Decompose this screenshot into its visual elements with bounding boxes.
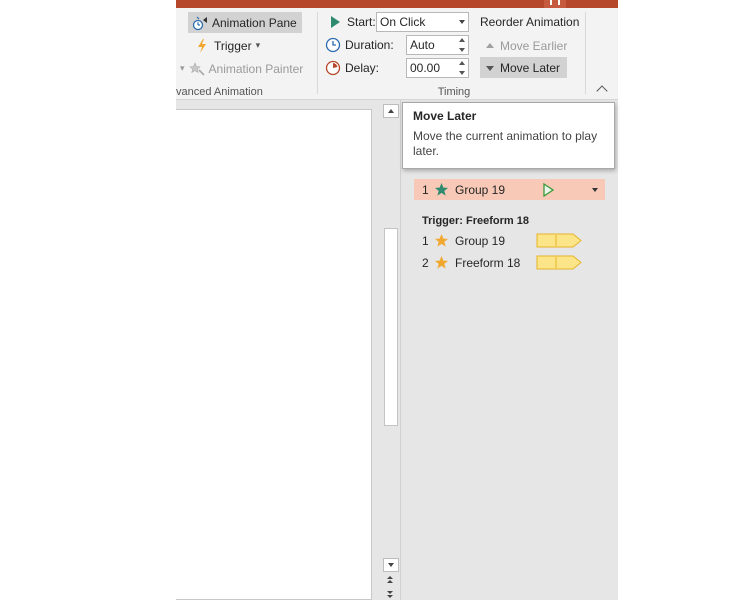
start-value: On Click [380,15,426,29]
title-bar-glyph-icon [550,0,560,5]
start-dropdown[interactable]: On Click [376,12,469,32]
trigger-button[interactable]: Trigger ▾ [190,35,264,56]
tooltip-body: Move the current animation to play later… [413,129,598,158]
chevron-down-icon [459,20,465,24]
title-bar [176,0,618,8]
scroll-down-button[interactable] [383,558,399,572]
start-field-label: Start: [327,12,376,32]
advanced-animation-group-label: vanced Animation [176,86,263,98]
animation-pane-icon [192,15,208,31]
delay-spinner[interactable]: 00.00 [406,58,469,78]
move-later-tooltip: Move Later Move the current animation to… [402,102,615,169]
animation-painter-label: Animation Painter [208,61,304,76]
timeline-bar-icon[interactable] [536,233,582,248]
chevron-down-icon: ▾ [180,63,185,73]
spinner-arrows-icon[interactable] [458,38,466,52]
animation-number: 1 [422,233,429,248]
trigger-animation-item[interactable]: 1 Group 19 [414,230,605,251]
spinner-arrows-icon[interactable] [458,61,466,75]
animation-number: 1 [422,182,429,197]
animation-name: Freeform 18 [455,255,521,270]
slide-canvas-area [176,100,400,600]
reorder-animation-label: Reorder Animation [480,15,580,29]
chevron-down-icon[interactable] [592,188,598,192]
delay-label: Delay: [345,61,380,75]
duration-spinner[interactable]: Auto [406,35,469,55]
clock-icon [325,37,341,53]
star-icon [434,182,449,196]
timing-group-label: Timing [437,86,471,98]
timeline-bar-icon[interactable] [536,255,582,270]
star-icon [434,233,449,247]
animation-pane-button[interactable]: Animation Pane [188,12,302,33]
trigger-heading: Trigger: Freeform 18 [422,215,529,227]
advanced-animation-group: Animation Pane Trigger ▾ ▾ Animation Pai… [176,8,316,100]
trigger-label: Trigger [214,38,252,53]
animation-pane: 1 Group 19 Trigger: Freeform 18 1 Group … [400,100,618,600]
animation-painter-icon [188,61,205,77]
star-icon [434,255,449,269]
animation-name: Group 19 [455,182,506,197]
trigger-caret: ▾ [255,40,261,50]
move-later-label: Move Later [500,60,561,75]
duration-value: Auto [410,38,435,52]
triangle-down-icon [484,60,496,76]
delay-value: 00.00 [410,61,441,75]
ribbon-separator [585,12,586,94]
animation-painter-button[interactable]: ▾ Animation Painter [176,58,307,79]
scroll-thumb[interactable] [384,228,398,426]
next-slide-icon[interactable] [386,591,396,600]
play-outline-icon [543,182,554,197]
triangle-up-icon [484,38,496,54]
collapse-ribbon-icon[interactable] [596,85,608,97]
move-later-button[interactable]: Move Later [480,57,567,78]
timing-group: Start: On Click Duration: Auto Delay: 00… [318,8,590,100]
trigger-animation-item[interactable]: 2 Freeform 18 [414,252,605,273]
delay-clock-icon [325,60,341,76]
duration-label: Duration: [345,38,394,52]
animation-item-selected[interactable]: 1 Group 19 [414,179,605,200]
animation-number: 2 [422,255,429,270]
ribbon: Animation Pane Trigger ▾ ▾ Animation Pai… [176,8,618,100]
animation-name: Group 19 [455,233,506,248]
start-label: Start: [347,15,376,29]
vertical-scrollbar[interactable] [382,100,400,600]
delay-field-label: Delay: [325,58,379,78]
previous-slide-icon[interactable] [386,576,396,586]
lightning-icon [194,38,210,54]
animation-pane-label: Animation Pane [212,15,297,30]
move-earlier-label: Move Earlier [500,38,568,53]
slide-canvas[interactable] [176,109,372,600]
move-earlier-button[interactable]: Move Earlier [480,35,568,56]
duration-field-label: Duration: [325,35,394,55]
powerpoint-window: Animation Pane Trigger ▾ ▾ Animation Pai… [176,0,618,600]
scroll-up-button[interactable] [383,104,399,118]
play-icon [327,14,343,30]
tooltip-title: Move Later [413,109,477,123]
